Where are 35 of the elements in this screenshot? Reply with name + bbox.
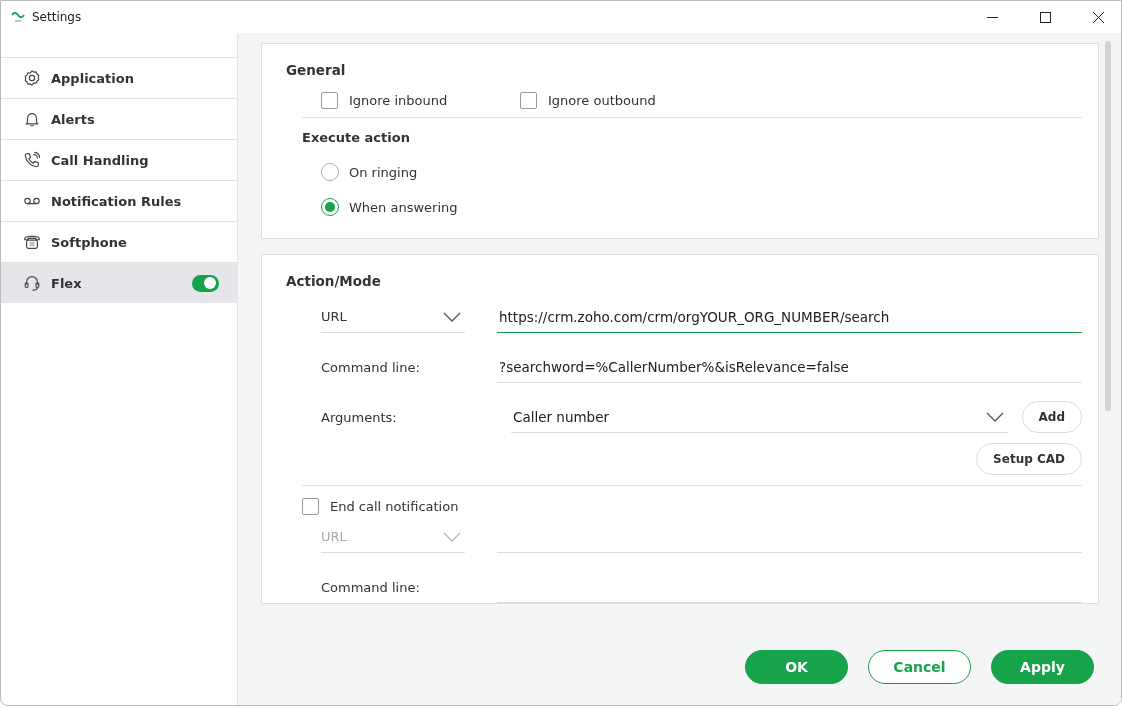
chevron-icon [985, 411, 1004, 422]
phone-icon [23, 151, 41, 169]
headset-icon [23, 274, 41, 292]
section-title: Action/Mode [286, 273, 382, 289]
bell-icon [23, 110, 41, 128]
radio-label: On ringing [349, 164, 418, 180]
checkbox-label: Ignore inbound [349, 93, 448, 108]
checkbox[interactable] [321, 92, 338, 109]
gear-icon [23, 69, 41, 87]
type-dropdown[interactable]: URL [321, 301, 465, 333]
close-icon [1092, 11, 1104, 23]
field-label: Command line: [321, 579, 421, 595]
checkbox-label: Ignore outbound [548, 93, 656, 108]
maximize-icon [1039, 11, 1051, 23]
command-line-field[interactable]: ?searchword=%CallerNumber%&isRelevance=false [497, 351, 1082, 383]
chevron-icon [443, 531, 461, 542]
field-label: Arguments: [321, 409, 398, 425]
add-button[interactable]: Add [1021, 401, 1082, 433]
toggle-switch[interactable] [192, 274, 219, 292]
field-label: Command line: [321, 359, 421, 375]
section-subtitle: Execute action [302, 130, 411, 145]
url-field[interactable]: https://crm.zoho.com/crm/orgYOUR_ORG_NUMBER/search [497, 301, 1082, 333]
window-title: Settings [32, 10, 83, 24]
checkbox[interactable] [520, 92, 537, 109]
setup-cad-button[interactable]: Setup CAD [976, 443, 1082, 475]
scrollbar-thumb[interactable] [1105, 41, 1111, 411]
checkbox-label: End call notification [330, 499, 459, 514]
sidebar-item[interactable]: Flex [1, 262, 237, 303]
checkbox[interactable] [302, 498, 319, 515]
app-logo-icon [11, 10, 25, 24]
desk-phone-icon [23, 233, 41, 251]
radio-label: When answering [349, 199, 458, 215]
arguments-dropdown[interactable]: Caller number [511, 401, 1008, 433]
section-title: General [286, 62, 347, 78]
chevron-icon [443, 311, 461, 322]
